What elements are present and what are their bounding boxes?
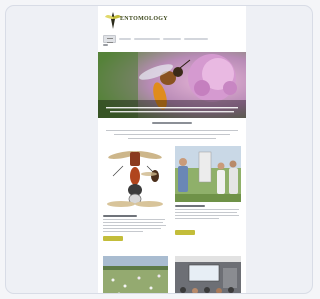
insect-illustration[interactable] <box>103 146 168 210</box>
right-column-title <box>175 205 205 207</box>
intro-text-line-2 <box>114 134 230 136</box>
site-header: ENTOMOLOGY <box>98 6 246 50</box>
conference-room-photo[interactable] <box>175 256 241 293</box>
right-read-more-button[interactable] <box>175 230 195 235</box>
menu-icon[interactable] <box>103 35 116 43</box>
right-column-text <box>175 209 239 211</box>
language-switch[interactable] <box>103 44 108 46</box>
nav-item-2[interactable] <box>134 38 160 40</box>
nav-item-3[interactable] <box>163 38 181 40</box>
main-navigation <box>103 35 243 43</box>
section-heading <box>152 122 192 125</box>
bee-on-flower-photo <box>98 52 246 118</box>
left-column-text <box>103 219 165 221</box>
website-preview: ENTOMOLOGY <box>98 6 246 293</box>
meadow-photo[interactable] <box>103 256 168 293</box>
preview-card: ENTOMOLOGY <box>5 5 313 294</box>
hero-banner <box>98 52 246 118</box>
intro-text-line-3 <box>128 138 216 140</box>
left-read-more-button[interactable] <box>103 236 123 241</box>
left-column-title <box>103 215 137 217</box>
intro-text <box>106 130 238 132</box>
site-logo[interactable]: ENTOMOLOGY <box>120 16 168 22</box>
people-outdoor-photo[interactable] <box>175 146 241 202</box>
nav-item-4[interactable] <box>184 38 208 40</box>
nav-item-1[interactable] <box>119 38 131 40</box>
